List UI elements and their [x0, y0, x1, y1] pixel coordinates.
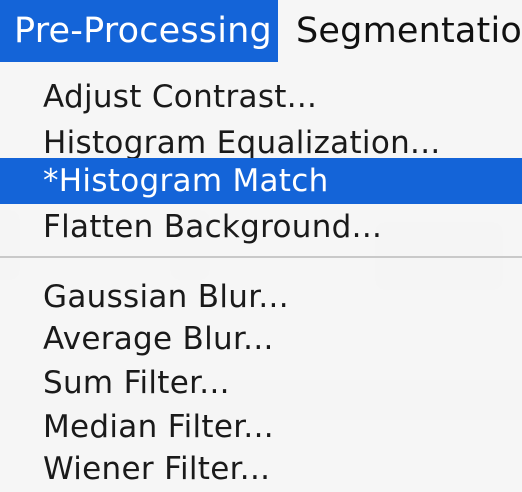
menu-item-flatten-background[interactable]: Flatten Background...: [0, 204, 522, 250]
menu-item-average-blur[interactable]: Average Blur...: [0, 316, 522, 362]
menu-item-median-filter[interactable]: Median Filter...: [0, 404, 522, 450]
menu-item-gaussian-blur[interactable]: Gaussian Blur...: [0, 274, 522, 320]
app-window: Pre-Processing Segmentation Adjust Contr…: [0, 0, 522, 492]
menu-item-adjust-contrast[interactable]: Adjust Contrast...: [0, 74, 522, 120]
pre-processing-dropdown: Adjust Contrast... Histogram Equalizatio…: [0, 62, 522, 492]
menu-item-sum-filter[interactable]: Sum Filter...: [0, 360, 522, 406]
menu-item-histogram-match[interactable]: *Histogram Match: [0, 158, 522, 204]
menu-segmentation[interactable]: Segmentation: [296, 0, 522, 62]
menu-separator: [0, 256, 522, 258]
menu-item-wiener-filter[interactable]: Wiener Filter...: [0, 446, 522, 492]
menu-pre-processing[interactable]: Pre-Processing: [0, 0, 278, 62]
menu-bar: Pre-Processing Segmentation: [0, 0, 522, 62]
